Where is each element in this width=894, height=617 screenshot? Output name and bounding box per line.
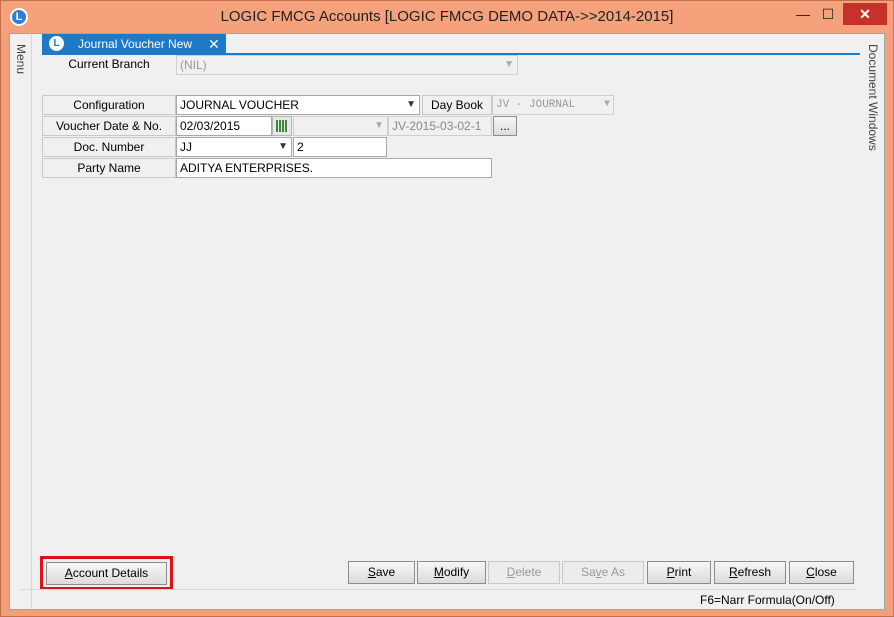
doc-number-label: Doc. Number (42, 137, 176, 157)
calendar-button[interactable] (272, 116, 292, 136)
current-branch-select: (NIL) ▼ (176, 55, 518, 75)
chevron-down-icon: ▼ (504, 59, 514, 70)
refresh-accel: R (728, 565, 738, 579)
chevron-down-icon: ▼ (603, 99, 610, 110)
client-area: Menu Document Windows L Journal Voucher … (9, 33, 885, 610)
print-label: rint (674, 565, 692, 579)
app-logo-icon[interactable]: L (10, 8, 28, 26)
tab-label: Journal Voucher New (78, 37, 193, 51)
party-name-input[interactable]: ADITYA ENTERPRISES. (176, 158, 492, 178)
print-button[interactable]: Print (647, 561, 711, 584)
configuration-label: Configuration (42, 95, 176, 115)
chevron-down-icon[interactable]: ▼ (278, 138, 288, 156)
current-branch-label: Current Branch (42, 55, 176, 75)
delete-accel: D (506, 565, 516, 579)
title-bar[interactable]: LOGIC FMCG Accounts [LOGIC FMCG DEMO DAT… (1, 1, 893, 33)
save-as-button[interactable]: Save As (562, 561, 644, 584)
document-windows-rail[interactable]: Document Windows (862, 34, 884, 609)
save-button[interactable]: Save (348, 561, 415, 584)
voucher-date-input[interactable]: 02/03/2015 (176, 116, 272, 136)
save-as-label-pre: Sa (580, 565, 596, 579)
close-label: lose (814, 565, 837, 579)
save-accel: S (367, 565, 376, 579)
minimize-button[interactable]: — (791, 3, 815, 25)
configuration-select[interactable]: JOURNAL VOUCHER ▼ (176, 95, 420, 115)
tab-close-icon[interactable]: ✕ (208, 34, 220, 54)
doc-number-input[interactable]: 2 (293, 137, 387, 157)
configuration-value: JOURNAL VOUCHER (180, 98, 299, 112)
modify-button[interactable]: Modify (417, 561, 486, 584)
account-details-button[interactable]: Account Details (46, 562, 167, 585)
shortcut-hint: F6=Narr Formula(On/Off) (700, 593, 835, 607)
maximize-button[interactable]: ☐ (816, 3, 840, 25)
voucher-date-label: Voucher Date & No. (42, 116, 176, 136)
account-details-accel: A (64, 566, 73, 580)
current-branch-value: (NIL) (180, 58, 207, 72)
close-accel: C (806, 565, 815, 579)
close-window-button[interactable]: ✕ (843, 3, 887, 25)
calendar-icon (276, 120, 288, 132)
account-details-label: ccount Details (72, 566, 149, 580)
day-book-label: Day Book (422, 95, 492, 115)
menu-rail-label[interactable]: Menu (14, 44, 28, 74)
tab-journal-voucher-new[interactable]: L Journal Voucher New ✕ (42, 34, 226, 54)
voucher-no-select: ▼ (293, 116, 388, 136)
document-windows-label[interactable]: Document Windows (866, 44, 880, 151)
day-book-value: JV - JOURNAL (496, 99, 576, 111)
menu-rail[interactable]: Menu (10, 34, 32, 609)
app-window: LOGIC FMCG Accounts [LOGIC FMCG DEMO DAT… (0, 0, 894, 617)
status-separator (20, 589, 856, 590)
tab-logo-icon: L (49, 36, 64, 51)
chevron-down-icon[interactable]: ▼ (406, 96, 416, 114)
print-accel: P (666, 565, 675, 579)
delete-label: elete (515, 565, 542, 579)
chevron-down-icon: ▼ (374, 120, 384, 131)
doc-number-prefix-value: JJ (180, 140, 192, 154)
delete-button[interactable]: Delete (488, 561, 560, 584)
save-as-label-post: e As (601, 565, 626, 579)
party-name-label: Party Name (42, 158, 176, 178)
modify-accel: M (433, 565, 444, 579)
refresh-label: efresh (737, 565, 772, 579)
save-label: ave (375, 565, 396, 579)
voucher-reference-field: JV-2015-03-02-1 (388, 116, 492, 136)
modify-label: odify (443, 565, 470, 579)
doc-number-prefix-select[interactable]: JJ ▼ (176, 137, 292, 157)
day-book-select: JV - JOURNAL ▼ (492, 95, 614, 115)
voucher-browse-button[interactable]: ... (493, 116, 517, 136)
window-title: LOGIC FMCG Accounts [LOGIC FMCG DEMO DAT… (220, 8, 674, 25)
refresh-button[interactable]: Refresh (714, 561, 786, 584)
close-button[interactable]: Close (789, 561, 854, 584)
